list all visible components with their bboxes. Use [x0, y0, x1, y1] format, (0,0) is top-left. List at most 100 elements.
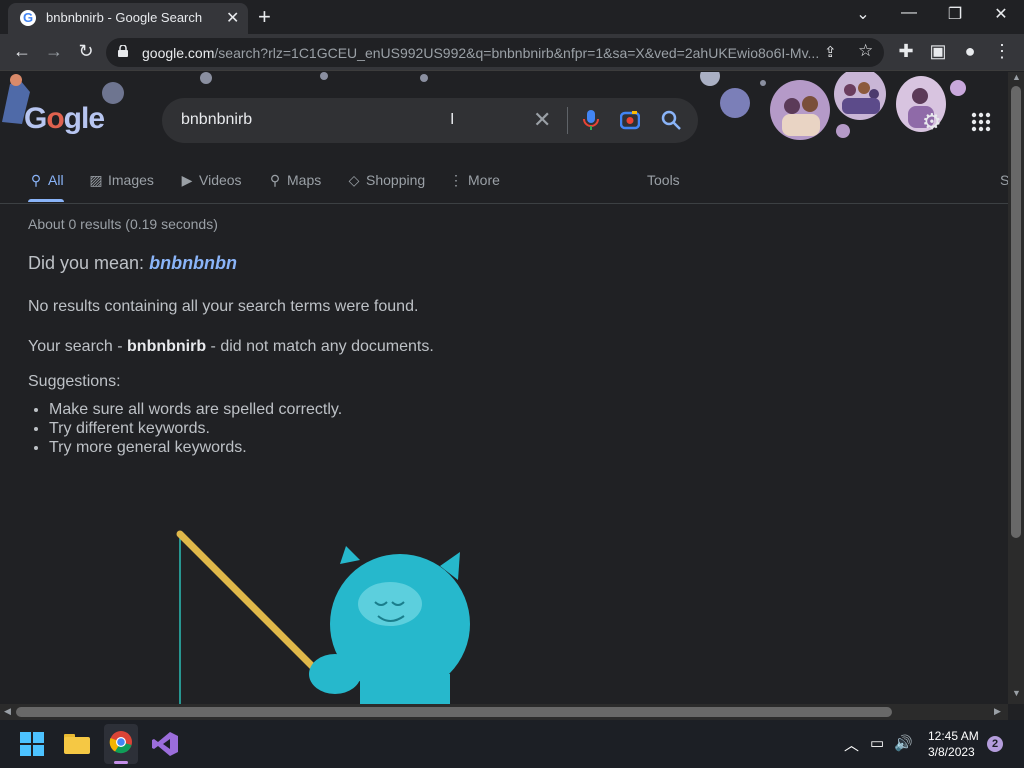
doodle-dot [320, 72, 328, 80]
no-match-message: Your search - bnbnbnirb - did not match … [28, 338, 434, 355]
doodle-dot [200, 72, 212, 84]
doodle-dot [720, 88, 750, 118]
doodle-dot [420, 74, 428, 82]
suggestion-item: Make sure all words are spelled correctl… [49, 400, 342, 419]
vertical-scroll-thumb[interactable] [1011, 86, 1021, 538]
network-icon[interactable]: ▭ [870, 734, 884, 752]
chrome-taskbar-button[interactable] [104, 724, 138, 764]
show-hidden-icons-chevron[interactable]: ︿ [844, 734, 859, 755]
settings-gear-icon[interactable]: ⚙ [922, 109, 942, 135]
restore-button[interactable]: ❐ [940, 4, 970, 24]
suggestions-title: Suggestions: [28, 373, 121, 390]
new-tab-button[interactable]: + [258, 4, 271, 30]
browser-toolbar: ← → ↻ google.com/search?rlz=1C1GCEU_enUS… [0, 34, 1024, 71]
safesearch-button[interactable]: S [1000, 172, 1008, 188]
did-you-mean-link[interactable]: bnbnbnbn [149, 253, 237, 273]
kebab-icon: ⋮ [449, 172, 463, 188]
no-results-message: No results containing all your search te… [28, 298, 419, 315]
fishing-creature-illustration [176, 530, 470, 704]
results-area: About 0 results (0.19 seconds) Did you m… [28, 216, 728, 456]
title-bar: bnbnbnirb - Google Search ✕ + ⌄ — ❐ ✕ [0, 0, 1024, 34]
clock-time[interactable]: 12:45 AM [928, 729, 979, 743]
scroll-down-icon[interactable]: ▼ [1012, 688, 1021, 698]
scroll-up-icon[interactable]: ▲ [1012, 72, 1021, 82]
active-tab-underline [28, 199, 64, 202]
search-submit-icon[interactable] [660, 109, 682, 131]
google-apps-grid-icon[interactable] [971, 112, 991, 132]
play-icon: ▶ [181, 172, 193, 188]
tab-maps[interactable]: ⚲ Maps [267, 172, 321, 189]
tools-button[interactable]: Tools [647, 172, 680, 188]
suggestions-list: Make sure all words are spelled correctl… [49, 400, 342, 457]
doodle-figure-icon [2, 74, 30, 124]
scroll-right-icon[interactable]: ▶ [994, 706, 1001, 717]
active-app-indicator [114, 761, 128, 764]
did-you-mean-label: Did you mean: [28, 253, 145, 273]
url-host: google.com [142, 45, 215, 61]
tab-shopping[interactable]: ◇ Shopping [346, 172, 426, 189]
no-match-term: bnbnbnirb [127, 338, 207, 355]
tag-icon: ◇ [348, 172, 360, 188]
result-stats: About 0 results (0.19 seconds) [28, 216, 218, 232]
windows-start-icon[interactable] [20, 732, 44, 756]
search-box[interactable]: bnbnbnirb I ✕ [162, 98, 698, 143]
search-box-divider [567, 107, 568, 134]
search-input[interactable]: bnbnbnirb [181, 111, 252, 129]
bookmark-star-icon[interactable]: ☆ [858, 41, 873, 61]
chrome-menu-icon[interactable]: ⋮ [990, 41, 1014, 62]
vertical-scrollbar[interactable]: ▲ ▼ [1008, 72, 1024, 704]
extensions-puzzle-icon[interactable]: ✚ [894, 41, 918, 62]
tab-all[interactable]: ⚲ All [28, 172, 64, 189]
did-you-mean: Did you mean: bnbnbnbn [28, 253, 237, 274]
horizontal-scroll-thumb[interactable] [16, 707, 892, 717]
back-button[interactable]: ← [10, 41, 34, 62]
clock-date[interactable]: 3/8/2023 [928, 745, 975, 759]
side-panel-icon[interactable]: ▣ [926, 41, 950, 62]
address-bar[interactable]: google.com/search?rlz=1C1GCEU_enUS992US9… [106, 38, 884, 67]
doodle-dot [700, 72, 720, 86]
text-cursor-icon: I [450, 111, 455, 128]
horizontal-scrollbar[interactable]: ◀ ▶ [0, 704, 1008, 720]
tab-images[interactable]: ▨ Images [88, 172, 154, 189]
url-text[interactable]: google.com/search?rlz=1C1GCEU_enUS992US9… [142, 45, 822, 61]
google-favicon-icon [20, 10, 36, 26]
scroll-left-icon[interactable]: ◀ [4, 706, 11, 717]
forward-button[interactable]: → [42, 41, 66, 62]
visual-studio-icon[interactable] [152, 732, 178, 756]
windows-taskbar: ︿ ▭ 🔊 12:45 AM 3/8/2023 2 [0, 720, 1024, 768]
browser-tab[interactable]: bnbnbnirb - Google Search ✕ [8, 3, 248, 34]
minimize-button[interactable]: — [894, 4, 924, 22]
tab-videos[interactable]: ▶ Videos [179, 172, 242, 189]
file-explorer-icon[interactable] [64, 732, 90, 754]
suggestion-item: Try different keywords. [49, 419, 342, 438]
lens-camera-icon[interactable] [620, 110, 640, 130]
tab-more[interactable]: ⋮ More [448, 172, 500, 189]
doodle-circle-people[interactable] [770, 80, 830, 140]
image-icon: ▨ [89, 172, 103, 188]
microphone-icon[interactable] [582, 109, 600, 131]
map-pin-icon: ⚲ [269, 172, 281, 188]
search-tabs: ⚲ All ▨ Images ▶ Videos ⚲ Maps ◇ Shopping ⋮ Mo… [0, 170, 1008, 204]
tabs-divider [0, 203, 1008, 204]
doodle-dot [836, 124, 850, 138]
doodle-dot [760, 80, 766, 86]
doodle-dot [950, 80, 966, 96]
search-results-page: Gogle bnbnbnirb I ✕ ⚙ ⚲ All ▨ Images ▶ V… [0, 72, 1008, 704]
google-doodle-logo[interactable]: Gogle [24, 102, 105, 136]
doodle-dot [102, 82, 124, 104]
notification-badge[interactable]: 2 [987, 736, 1003, 752]
reload-button[interactable]: ↻ [74, 41, 98, 62]
tab-search-chevron-icon[interactable]: ⌄ [848, 4, 878, 24]
share-icon[interactable]: ⇪ [824, 43, 837, 61]
profile-icon[interactable]: ● [958, 41, 982, 62]
doodle-logo-o: o [46, 102, 64, 135]
tab-close-icon[interactable]: ✕ [226, 8, 239, 28]
search-icon: ⚲ [30, 172, 42, 188]
chrome-icon [109, 731, 132, 754]
close-window-button[interactable]: ✕ [986, 4, 1016, 24]
volume-icon[interactable]: 🔊 [894, 734, 913, 752]
tab-title: bnbnbnirb - Google Search [46, 10, 203, 25]
doodle-circle-group[interactable] [834, 72, 886, 120]
suggestion-item: Try more general keywords. [49, 438, 342, 457]
clear-search-icon[interactable]: ✕ [533, 107, 551, 133]
